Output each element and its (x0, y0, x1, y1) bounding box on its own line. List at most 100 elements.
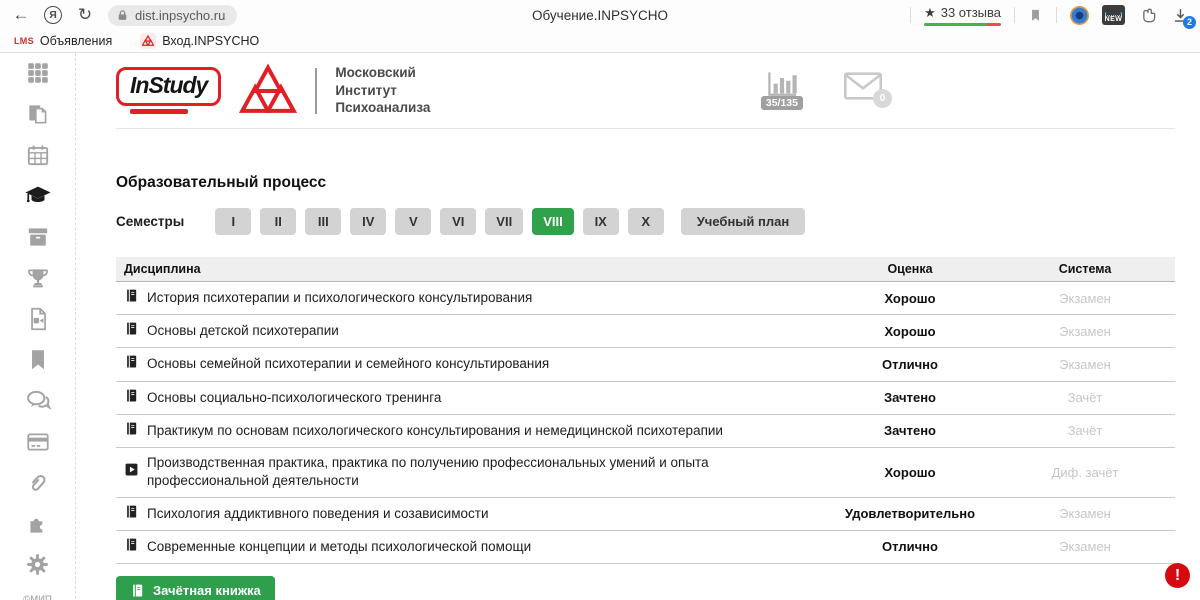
stats-badge: 35/135 (761, 96, 803, 110)
page-title: Образовательный процесс (116, 174, 1175, 192)
sidebar-item-puzzle[interactable] (24, 512, 52, 540)
system-value: Диф. зачёт (995, 465, 1175, 480)
semester-button-v[interactable]: V (395, 208, 431, 235)
stats-widget[interactable]: 35/135 (761, 71, 803, 110)
semester-button-viii[interactable]: VIII (532, 208, 574, 235)
address-bar[interactable]: dist.inpsycho.ru (108, 5, 237, 26)
refresh-icon[interactable]: ↻ (74, 5, 96, 25)
calendar-icon (25, 142, 51, 173)
grade-value: Зачтено (825, 390, 995, 405)
copyright: ©МИП (23, 594, 52, 600)
column-discipline: Дисциплина (116, 262, 825, 276)
alert-icon[interactable]: ! (1165, 563, 1190, 588)
divider (1056, 7, 1057, 23)
bookmark-item[interactable]: LMS Объявления (14, 34, 112, 48)
grade-value: Удовлетворительно (825, 506, 995, 521)
instudy-logo[interactable]: InStudy (116, 67, 221, 114)
semester-button-iv[interactable]: IV (350, 208, 386, 235)
table-row[interactable]: Основы семейной психотерапии и семейного… (116, 348, 1175, 381)
semester-button-ix[interactable]: IX (583, 208, 619, 235)
downloads-icon[interactable]: 2 (1171, 6, 1190, 25)
semester-button-iii[interactable]: III (305, 208, 341, 235)
book-icon (124, 388, 139, 408)
extension-circle-icon[interactable] (1070, 6, 1089, 25)
instudy-logo-text: InStudy (116, 67, 221, 106)
system-value: Экзамен (995, 291, 1175, 306)
column-grade: Оценка (825, 262, 995, 276)
sidebar-item-archive[interactable] (24, 225, 52, 253)
puzzle-icon (25, 511, 51, 542)
gradebook-button[interactable]: Зачётная книжка (116, 576, 275, 600)
site-header: InStudy Московский Институт Психоанализа… (116, 53, 1175, 129)
column-system: Система (995, 262, 1175, 276)
system-value: Зачёт (995, 390, 1175, 405)
yandex-browser-icon[interactable]: Я (44, 6, 62, 24)
semester-button-ii[interactable]: II (260, 208, 296, 235)
grade-value: Хорошо (825, 324, 995, 339)
discipline-name: Основы социально-психологического тренин… (147, 389, 441, 407)
education-icon (23, 181, 53, 216)
back-icon[interactable]: ← (10, 5, 32, 25)
semester-button-i[interactable]: I (215, 208, 251, 235)
discipline-name: Практикум по основам психологического ко… (147, 422, 723, 440)
settings-icon (24, 551, 51, 583)
trophy-icon (25, 265, 51, 296)
browser-toolbar: ← Я ↻ dist.inpsycho.ru Обучение.INPSYCHO… (0, 0, 1200, 30)
bookmark-item[interactable]: Вход.INPSYCHO (140, 33, 259, 49)
grade-value: Хорошо (825, 465, 995, 480)
extension-hand-icon[interactable] (1138, 5, 1158, 25)
book-icon (124, 354, 139, 374)
sidebar-item-calendar[interactable] (24, 143, 52, 171)
video-icon (25, 306, 51, 337)
grade-value: Хорошо (825, 291, 995, 306)
sidebar-item-card[interactable] (24, 430, 52, 458)
system-value: Экзамен (995, 506, 1175, 521)
table-row[interactable]: Психология аддиктивного поведения и соза… (116, 498, 1175, 531)
tab-title: Обучение.INPSYCHO (532, 8, 668, 23)
book-icon (124, 421, 139, 441)
sidebar-item-attachment[interactable] (24, 471, 52, 499)
discipline-name: Основы семейной психотерапии и семейного… (147, 355, 549, 373)
apps-grid-icon (25, 60, 51, 91)
bookmark-flag-icon[interactable] (1028, 8, 1043, 23)
discipline-name: История психотерапии и психологического … (147, 289, 532, 307)
sidebar-item-trophy[interactable] (24, 266, 52, 294)
table-row[interactable]: Современные концепции и методы психологи… (116, 531, 1175, 564)
sidebar-item-education[interactable] (24, 184, 52, 212)
semester-button-vii[interactable]: VII (485, 208, 523, 235)
mail-widget[interactable]: 0 (843, 71, 883, 101)
system-value: Экзамен (995, 539, 1175, 554)
new-badge: NEW (1105, 16, 1123, 23)
semester-button-x[interactable]: X (628, 208, 664, 235)
grade-value: Зачтено (825, 423, 995, 438)
reviews-widget[interactable]: ★ 33 отзыва (924, 5, 1001, 26)
documents-icon (25, 101, 51, 132)
system-value: Экзамен (995, 324, 1175, 339)
sidebar-item-documents[interactable] (24, 102, 52, 130)
sidebar-item-chat[interactable] (24, 389, 52, 417)
book-icon (124, 321, 139, 341)
bookmark-label: Объявления (40, 34, 112, 48)
sidebar-item-apps-grid[interactable] (24, 61, 52, 89)
discipline-name: Психология аддиктивного поведения и соза… (147, 505, 488, 523)
archive-icon (25, 224, 51, 255)
table-row[interactable]: Основы детской психотерапии ХорошоЭкзамен (116, 315, 1175, 348)
grade-value: Отлично (825, 539, 995, 554)
table-row[interactable]: История психотерапии и психологического … (116, 282, 1175, 315)
table-row[interactable]: Основы социально-психологического тренин… (116, 382, 1175, 415)
semester-button-учебный-план[interactable]: Учебный план (681, 208, 805, 235)
sidebar-item-settings[interactable] (24, 553, 52, 581)
mip-favicon (140, 33, 156, 49)
lms-favicon: LMS (14, 36, 34, 46)
semesters-label: Семестры (116, 214, 184, 229)
semester-button-vi[interactable]: VI (440, 208, 476, 235)
sidebar-item-bookmark[interactable] (24, 348, 52, 376)
divider (910, 7, 911, 23)
sidebar-item-video[interactable] (24, 307, 52, 335)
extension-new-icon[interactable]: NEW (1102, 5, 1125, 25)
mail-badge: 0 (873, 89, 892, 108)
table-row[interactable]: Производственная практика, практика по п… (116, 448, 1175, 497)
discipline-name: Основы детской психотерапии (147, 322, 339, 340)
institute-name: Московский Институт Психоанализа (335, 64, 430, 117)
table-row[interactable]: Практикум по основам психологического ко… (116, 415, 1175, 448)
